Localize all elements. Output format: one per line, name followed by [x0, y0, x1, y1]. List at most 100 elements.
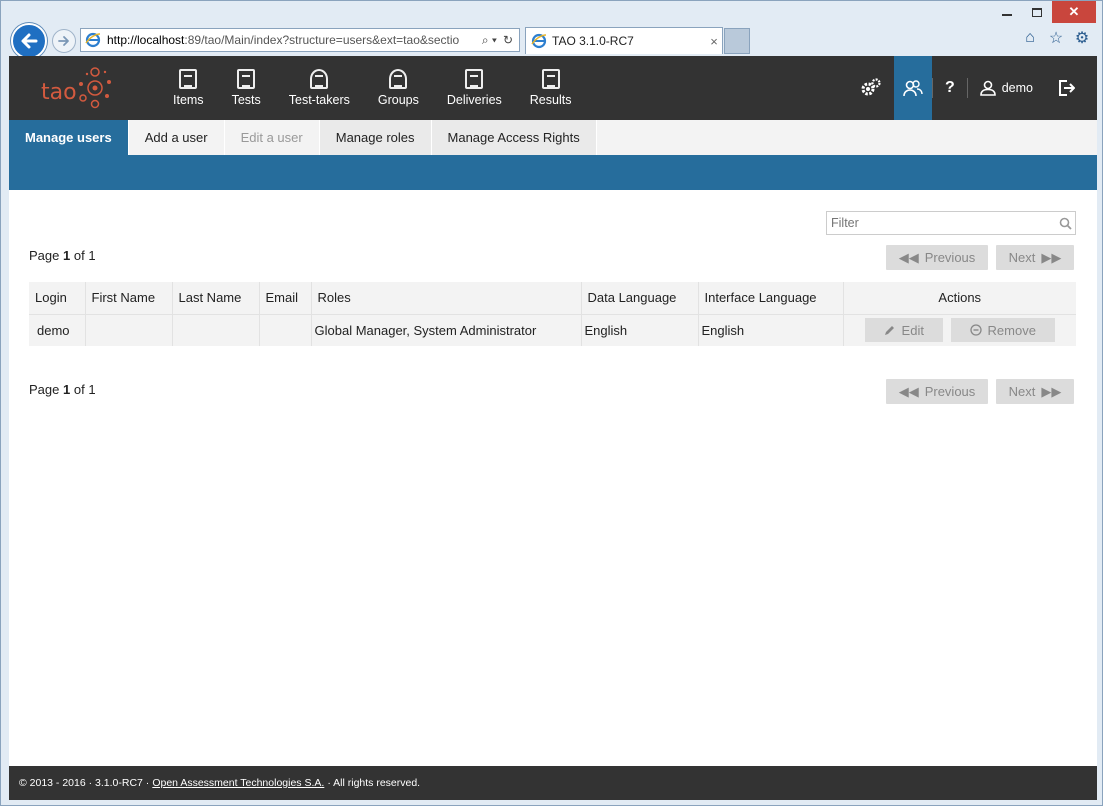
- settings-gear-icon[interactable]: ⚙: [1073, 29, 1091, 47]
- of-label: of: [73, 248, 85, 263]
- favorites-star-icon[interactable]: ☆: [1047, 29, 1065, 47]
- pager-text-top: Page 1 of 1: [29, 248, 96, 263]
- url-text[interactable]: http://localhost:89/tao/Main/index?struc…: [107, 33, 476, 47]
- new-tab-button[interactable]: [724, 28, 750, 54]
- user-name: demo: [1001, 81, 1033, 95]
- logout-button[interactable]: [1045, 56, 1097, 120]
- page-total: 1: [88, 248, 96, 263]
- nav-results[interactable]: Results: [516, 56, 586, 120]
- tab-manage-roles[interactable]: Manage roles: [319, 120, 432, 155]
- back-button[interactable]: [11, 23, 47, 59]
- table-row: demo Global Manager, System Administrato…: [29, 313, 1076, 346]
- previous-button[interactable]: ◀◀ Previous: [886, 245, 988, 270]
- col-roles[interactable]: Roles: [311, 282, 582, 314]
- filter-input[interactable]: [831, 216, 1055, 230]
- pencil-icon: [884, 326, 894, 336]
- tab-manage-access-rights[interactable]: Manage Access Rights: [431, 120, 597, 155]
- search-icon[interactable]: [1055, 217, 1075, 230]
- nav-groups[interactable]: Groups: [364, 56, 433, 120]
- tab-add-user[interactable]: Add a user: [128, 120, 225, 155]
- pager-text-bottom: Page 1 of 1: [29, 382, 96, 397]
- cell-last-name: [172, 313, 260, 346]
- col-interface-language[interactable]: Interface Language: [698, 282, 844, 314]
- logout-icon: [1059, 80, 1075, 96]
- groups-icon: [389, 69, 408, 89]
- home-icon[interactable]: ⌂: [1021, 29, 1039, 47]
- window-controls: ✕: [992, 1, 1096, 23]
- footer-copyright: © 2013 - 2016 · 3.1.0-RC7 ·: [19, 777, 150, 789]
- ie-tab-icon: [531, 33, 547, 49]
- col-first-name[interactable]: First Name: [85, 282, 173, 314]
- gears-icon: [861, 78, 881, 96]
- page-current: 1: [63, 248, 71, 263]
- nav-label: Tests: [231, 93, 261, 107]
- back-arrow-icon: [21, 33, 38, 49]
- nav-tests[interactable]: Tests: [218, 56, 275, 120]
- cell-roles: Global Manager, System Administrator: [311, 313, 582, 346]
- row-actions: Edit Remove: [847, 318, 1074, 343]
- items-icon: [179, 69, 198, 89]
- nav-items[interactable]: Items: [159, 56, 218, 120]
- edit-button[interactable]: Edit: [864, 318, 943, 343]
- edit-label: Edit: [901, 322, 924, 338]
- next-button[interactable]: Next ▶▶: [996, 379, 1074, 404]
- of-label: of: [73, 382, 85, 397]
- cell-data-language: English: [581, 313, 699, 346]
- cell-first-name: [85, 313, 173, 346]
- forward-button[interactable]: [52, 29, 76, 53]
- col-email[interactable]: Email: [259, 282, 312, 314]
- remove-circle-icon: [969, 324, 982, 336]
- settings-button[interactable]: [848, 56, 894, 120]
- remove-button[interactable]: Remove: [950, 318, 1055, 343]
- browser-toolbar-icons: ⌂ ☆ ⚙: [1021, 29, 1091, 47]
- page-footer: © 2013 - 2016 · 3.1.0-RC7 · Open Assessm…: [9, 766, 1097, 800]
- maximize-icon: [1032, 7, 1042, 17]
- col-last-name[interactable]: Last Name: [172, 282, 260, 314]
- ie-page-icon: [85, 32, 101, 48]
- tab-edit-user: Edit a user: [224, 120, 320, 155]
- tab-title: TAO 3.1.0-RC7: [552, 34, 634, 48]
- search-dropdown-icon[interactable]: ⌕ ▾: [482, 33, 497, 48]
- refresh-icon[interactable]: ↻: [503, 33, 513, 47]
- footer-rights: · All rights reserved.: [327, 777, 421, 789]
- tab-manage-users[interactable]: Manage users: [9, 120, 129, 155]
- logo-text: tao: [41, 80, 77, 105]
- double-left-icon: ◀◀: [898, 249, 919, 265]
- col-login[interactable]: Login: [29, 282, 86, 314]
- page-label: Page: [29, 382, 60, 397]
- tao-logo[interactable]: tao: [39, 64, 119, 112]
- browser-window: ✕ http://localhost:89/tao/Main/index?str…: [0, 0, 1103, 806]
- main-nav: Items Tests Test-takers Groups Deliverie…: [159, 56, 585, 120]
- close-window-button[interactable]: ✕: [1052, 1, 1096, 23]
- cell-email: [259, 313, 312, 346]
- minimize-button[interactable]: [992, 1, 1022, 23]
- table-header-row: Login First Name Last Name Email Roles D…: [29, 282, 1076, 314]
- page-total: 1: [88, 382, 96, 397]
- url-host: http://localhost: [107, 33, 185, 47]
- double-left-icon: ◀◀: [898, 383, 919, 399]
- nav-label: Groups: [377, 93, 419, 107]
- user-menu[interactable]: demo: [968, 56, 1045, 120]
- results-icon: [541, 69, 560, 89]
- footer-company-link[interactable]: Open Assessment Technologies S.A.: [152, 777, 324, 789]
- maximize-button[interactable]: [1022, 1, 1052, 23]
- previous-label: Previous: [924, 250, 976, 265]
- nav-label: Results: [529, 93, 572, 107]
- nav-test-takers[interactable]: Test-takers: [275, 56, 364, 120]
- tab-close-icon[interactable]: ×: [706, 34, 722, 49]
- filter-box[interactable]: [826, 211, 1076, 235]
- browser-tab[interactable]: TAO 3.1.0-RC7 ×: [525, 27, 723, 54]
- help-button[interactable]: ?: [933, 56, 967, 120]
- cell-interface-language: English: [698, 313, 844, 346]
- address-tools: ⌕ ▾ ↻: [476, 33, 519, 48]
- users-button[interactable]: [893, 56, 932, 120]
- nav-deliveries[interactable]: Deliveries: [433, 56, 516, 120]
- col-data-language[interactable]: Data Language: [581, 282, 699, 314]
- previous-button[interactable]: ◀◀ Previous: [886, 379, 988, 404]
- app-header: tao Items Tests Test-takers Groups Deliv…: [9, 56, 1097, 120]
- browser-nav-row: http://localhost:89/tao/Main/index?struc…: [9, 23, 1097, 59]
- tests-icon: [237, 69, 256, 89]
- next-button[interactable]: Next ▶▶: [996, 245, 1074, 270]
- address-bar[interactable]: http://localhost:89/tao/Main/index?struc…: [80, 28, 520, 52]
- user-icon: [979, 80, 996, 96]
